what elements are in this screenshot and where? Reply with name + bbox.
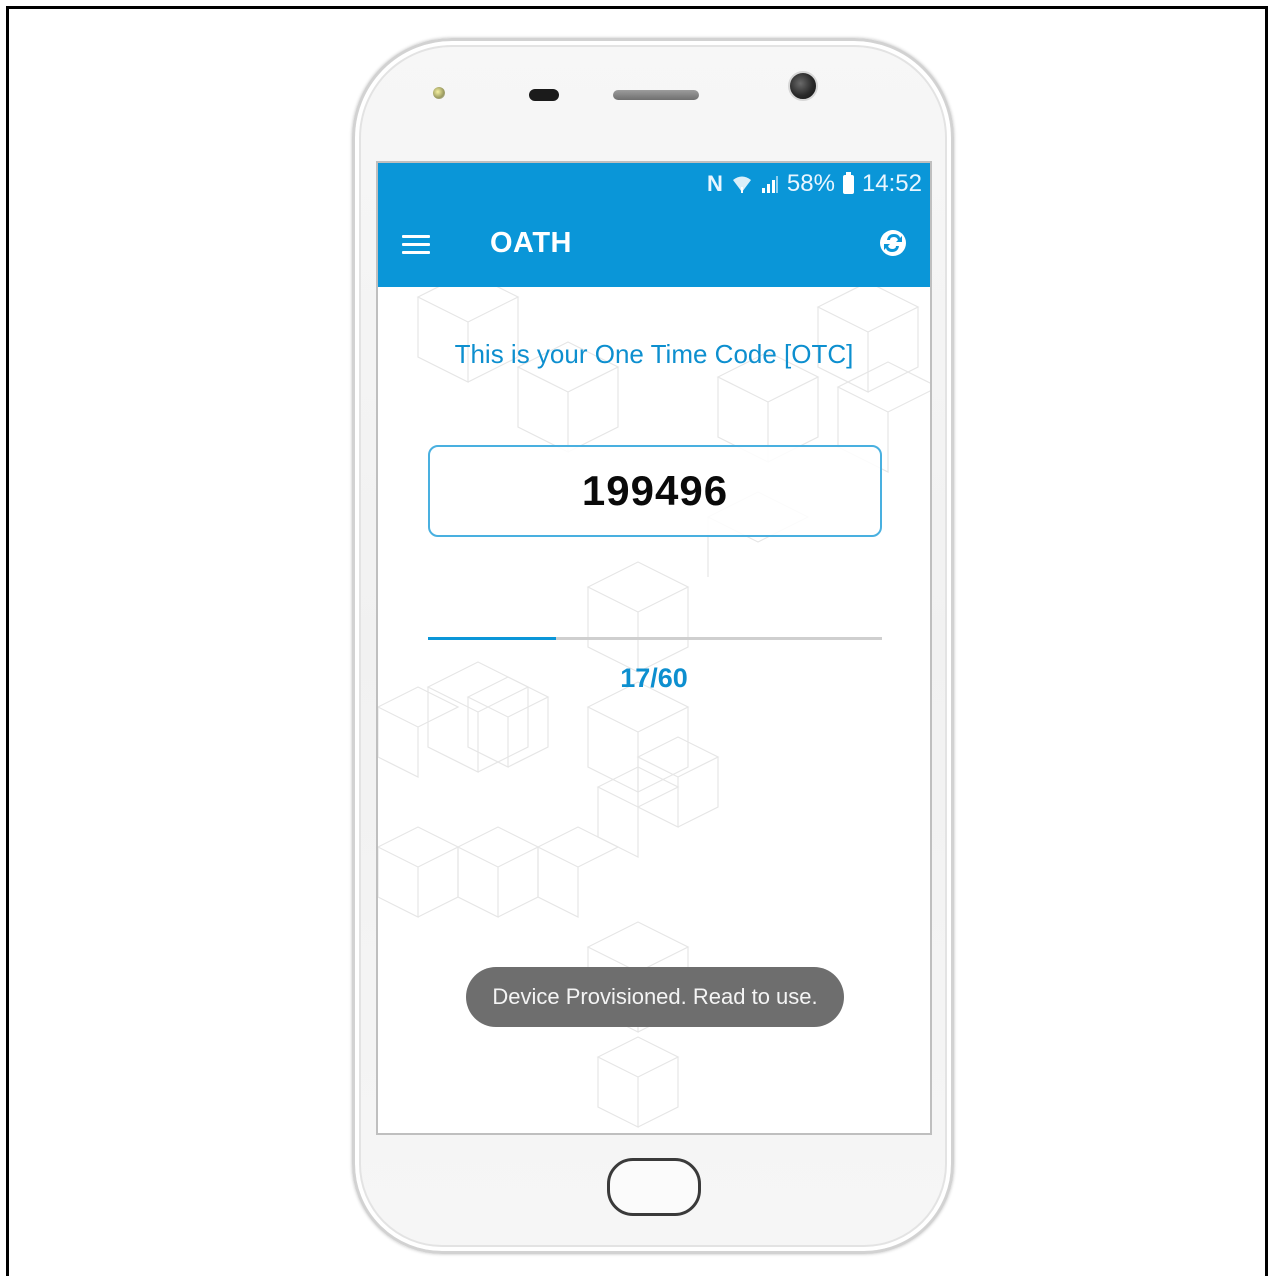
earpiece-speaker bbox=[613, 90, 699, 100]
toast-message: Device Provisioned. Read to use. bbox=[492, 984, 818, 1009]
app-title: OATH bbox=[490, 227, 573, 259]
app-bar: N 58% 14:52 OATH bbox=[378, 163, 930, 287]
battery-icon bbox=[842, 171, 854, 194]
toast-notification: Device Provisioned. Read to use. bbox=[466, 967, 844, 1027]
timer-progress-bar bbox=[428, 637, 882, 640]
otc-code: 199496 bbox=[581, 467, 729, 514]
home-button[interactable] bbox=[607, 1158, 701, 1216]
hamburger-menu-icon[interactable] bbox=[402, 235, 430, 255]
otc-content: This is your One Time Code [OTC] 199496 … bbox=[378, 287, 930, 1133]
battery-percent: 58% bbox=[786, 170, 835, 197]
signal-icon bbox=[761, 176, 778, 193]
sync-icon[interactable] bbox=[878, 227, 908, 259]
front-camera bbox=[788, 71, 818, 101]
proximity-sensor bbox=[529, 89, 559, 101]
wifi-icon bbox=[732, 176, 751, 193]
otc-heading: This is your One Time Code [OTC] bbox=[454, 339, 854, 369]
clock: 14:52 bbox=[861, 170, 922, 197]
timer-progress-fill bbox=[428, 637, 557, 640]
otc-code-display: 199496 bbox=[428, 445, 882, 537]
nfc-icon: N bbox=[707, 171, 723, 196]
status-bar: N 58% 14:52 bbox=[707, 169, 922, 199]
light-sensor bbox=[433, 87, 445, 99]
phone-device: N 58% 14:52 OATH This is your One Time C… bbox=[352, 38, 954, 1254]
timer-label: 17/60 bbox=[620, 663, 688, 693]
phone-screen: N 58% 14:52 OATH This is your One Time C… bbox=[376, 161, 932, 1135]
